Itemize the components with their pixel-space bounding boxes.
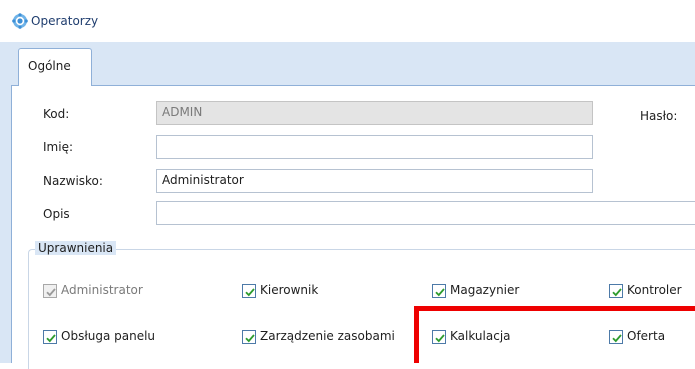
highlight-frame-left: [414, 306, 419, 363]
checkbox-administrator-label: Administrator: [61, 283, 143, 297]
checkbox-obsluga-panelu-box[interactable]: [43, 330, 57, 344]
operators-gear-icon: [12, 13, 28, 29]
window-title: Operatorzy: [31, 14, 99, 28]
checkbox-kalkulacja-label: Kalkulacja: [450, 329, 511, 343]
opis-label: Opis: [43, 207, 70, 221]
checkbox-magazynier-label: Magazynier: [450, 283, 520, 297]
tab-ogolne-label: Ogólne: [28, 59, 71, 73]
checkbox-zarzadzenie-zasobami-box[interactable]: [242, 330, 256, 344]
checkbox-oferta-label: Oferta: [627, 329, 666, 343]
permissions-group-title: Uprawnienia: [35, 241, 117, 255]
checkbox-zarzadzenie-zasobami-label: Zarządzenie zasobami: [260, 329, 395, 343]
opis-field[interactable]: [156, 201, 695, 225]
window-title-bar: Operatorzy: [0, 0, 695, 42]
checkbox-kierownik-label: Kierownik: [260, 283, 319, 297]
tab-ogolne[interactable]: Ogólne: [18, 48, 92, 86]
kod-label: Kod:: [43, 107, 70, 121]
checkbox-oferta-box[interactable]: [609, 330, 623, 344]
checkbox-obsluga-panelu-label: Obsługa panelu: [61, 329, 156, 343]
imie-label: Imię:: [43, 140, 73, 154]
checkbox-kontroler-label: Kontroler: [627, 283, 682, 297]
checkbox-magazynier-box[interactable]: [432, 284, 446, 298]
highlight-frame-top: [414, 306, 695, 311]
nazwisko-label: Nazwisko:: [43, 174, 103, 188]
checkbox-kalkulacja-box[interactable]: [432, 330, 446, 344]
checkbox-kierownik-box[interactable]: [242, 284, 256, 298]
haslo-label: Hasło:: [640, 109, 678, 123]
nazwisko-field[interactable]: Administrator: [156, 169, 593, 193]
checkbox-kontroler-box[interactable]: [609, 284, 623, 298]
kod-field[interactable]: ADMIN: [156, 101, 593, 125]
checkbox-administrator-box: [43, 284, 57, 298]
imie-field[interactable]: [156, 135, 593, 159]
